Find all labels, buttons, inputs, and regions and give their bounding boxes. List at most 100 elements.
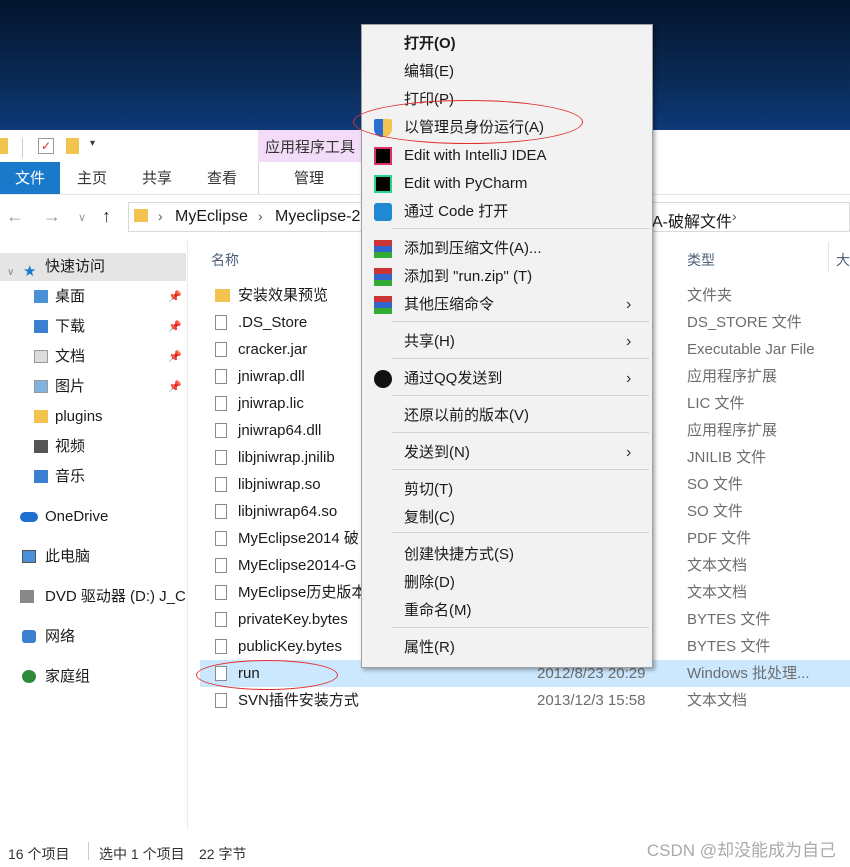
nav-item-music[interactable]: 音乐 bbox=[0, 463, 186, 491]
submenu-arrow-icon: › bbox=[626, 370, 632, 387]
music-icon bbox=[34, 470, 48, 483]
submenu-arrow-icon: › bbox=[626, 333, 632, 350]
nav-item-onedrive[interactable]: OneDrive bbox=[0, 503, 186, 531]
context-menu-label: 还原以前的版本(V) bbox=[404, 407, 529, 424]
tab-home[interactable]: 主页 bbox=[77, 162, 107, 194]
nav-label: OneDrive bbox=[45, 508, 109, 525]
context-menu-label: 添加到 "run.zip" (T) bbox=[404, 268, 533, 285]
file-type: 文本文档 bbox=[687, 584, 748, 601]
context-menu-item[interactable]: 共享(H) › bbox=[362, 328, 651, 356]
context-menu-item[interactable]: 创建快捷方式(S) bbox=[362, 541, 651, 569]
breadcrumb-crack-files[interactable]: A-破解文件 bbox=[652, 208, 732, 232]
context-menu-label: 其他压缩命令 bbox=[404, 296, 495, 313]
nav-item-dvd-drive[interactable]: DVD 驱动器 (D:) J_C bbox=[0, 583, 186, 611]
file-name: jniwrap64.dll bbox=[238, 422, 322, 439]
menu-separator bbox=[392, 627, 649, 628]
file-icon bbox=[215, 423, 227, 438]
up-icon[interactable]: ↑ bbox=[102, 206, 111, 227]
context-menu-label: 创建快捷方式(S) bbox=[404, 546, 514, 563]
nav-item-network[interactable]: 网络 bbox=[0, 623, 186, 651]
nav-item-homegroup[interactable]: 家庭组 bbox=[0, 663, 186, 691]
tab-share[interactable]: 共享 bbox=[142, 162, 172, 194]
annotation-ellipse bbox=[353, 100, 583, 144]
breadcrumb-separator: › bbox=[258, 208, 263, 224]
file-name: publicKey.bytes bbox=[238, 638, 342, 655]
breadcrumb-separator: › bbox=[158, 208, 163, 224]
file-type: 文件夹 bbox=[687, 287, 733, 304]
file-icon bbox=[215, 693, 227, 708]
nav-quick-access[interactable]: ∨ ★ 快速访问 bbox=[0, 253, 186, 281]
submenu-arrow-icon: › bbox=[626, 296, 632, 313]
file-icon bbox=[215, 477, 227, 492]
context-menu-item[interactable]: 添加到压缩文件(A)... bbox=[362, 235, 651, 263]
pin-icon: 📌 bbox=[168, 351, 182, 363]
file-date: 2013/12/3 15:58 bbox=[537, 692, 646, 709]
dvd-drive-icon bbox=[20, 590, 34, 603]
status-size: 22 字节 bbox=[199, 846, 247, 862]
file-name: MyEclipse历史版本 bbox=[238, 584, 367, 601]
file-name: libjniwrap64.so bbox=[238, 503, 338, 520]
file-name: .DS_Store bbox=[238, 314, 308, 331]
context-menu-item[interactable]: 发送到(N) › bbox=[362, 439, 651, 467]
cloud-icon bbox=[20, 512, 38, 522]
network-icon bbox=[22, 630, 36, 643]
nav-item-videos[interactable]: 视频 bbox=[0, 433, 186, 461]
context-menu-item[interactable]: 添加到 "run.zip" (T) bbox=[362, 263, 651, 291]
menu-separator bbox=[392, 228, 649, 229]
star-icon: ★ bbox=[23, 263, 37, 280]
customize-toolbar-icon[interactable]: ▾ bbox=[90, 138, 95, 149]
nav-label: 图片 bbox=[55, 378, 86, 395]
folder-icon bbox=[134, 209, 148, 222]
breadcrumb-myeclipse[interactable]: MyEclipse bbox=[175, 208, 248, 226]
file-name: SVN插件安装方式 bbox=[238, 692, 359, 709]
context-menu-item[interactable]: 还原以前的版本(V) bbox=[362, 402, 651, 430]
tab-view[interactable]: 查看 bbox=[207, 162, 237, 194]
video-icon bbox=[34, 440, 48, 453]
context-menu-item[interactable]: 属性(R) bbox=[362, 634, 651, 662]
file-icon bbox=[215, 612, 227, 627]
context-menu-item[interactable]: 打开(O) bbox=[362, 30, 651, 58]
document-icon bbox=[34, 350, 48, 363]
nav-label: 家庭组 bbox=[45, 668, 91, 685]
context-menu-item[interactable]: Edit with PyCharm bbox=[362, 170, 651, 198]
properties-icon[interactable]: ✓ bbox=[38, 138, 54, 154]
nav-item-documents[interactable]: 文档 📌 bbox=[0, 343, 186, 371]
context-menu-item[interactable]: 重命名(M) bbox=[362, 597, 651, 625]
context-menu-item[interactable]: 通过QQ发送到 › bbox=[362, 365, 651, 393]
nav-item-pictures[interactable]: 图片 📌 bbox=[0, 373, 186, 401]
column-header-type[interactable]: 类型 bbox=[687, 250, 715, 270]
context-menu-item[interactable]: 编辑(E) bbox=[362, 58, 651, 86]
column-header-name[interactable]: 名称 bbox=[211, 250, 239, 270]
context-menu-item[interactable]: 删除(D) bbox=[362, 569, 651, 597]
context-menu-label: 通过 Code 打开 bbox=[404, 203, 509, 220]
pin-icon: 📌 bbox=[168, 291, 182, 303]
menu-separator bbox=[392, 358, 649, 359]
new-folder-icon[interactable] bbox=[66, 138, 79, 154]
pin-icon: 📌 bbox=[168, 381, 182, 393]
context-menu-item[interactable]: 通过 Code 打开 bbox=[362, 198, 651, 226]
context-menu-item[interactable]: 其他压缩命令 › bbox=[362, 291, 651, 319]
pane-splitter[interactable] bbox=[187, 240, 188, 830]
tab-manage[interactable]: 管理 bbox=[294, 162, 324, 194]
context-menu-label: 删除(D) bbox=[404, 574, 455, 591]
nav-item-desktop[interactable]: 桌面 📌 bbox=[0, 283, 186, 311]
file-row[interactable]: SVN插件安装方式 2013/12/3 15:58 文本文档 bbox=[200, 687, 850, 714]
column-header-size[interactable]: 大 bbox=[836, 250, 850, 270]
context-menu-item[interactable]: 剪切(T) bbox=[362, 476, 651, 504]
back-icon[interactable]: ← bbox=[6, 206, 24, 227]
nav-item-downloads[interactable]: 下载 📌 bbox=[0, 313, 186, 341]
recent-locations-icon[interactable]: ∨ bbox=[78, 211, 86, 224]
nav-item-this-pc[interactable]: 此电脑 bbox=[0, 543, 186, 571]
file-icon bbox=[215, 531, 227, 546]
context-menu-item[interactable]: Edit with IntelliJ IDEA bbox=[362, 142, 651, 170]
context-tab-group: 应用程序工具 bbox=[258, 130, 362, 162]
breadcrumb-myeclipse-2[interactable]: Myeclipse-2 bbox=[275, 208, 360, 226]
pin-icon: 📌 bbox=[168, 321, 182, 333]
folder-icon bbox=[0, 138, 8, 154]
file-type: 文本文档 bbox=[687, 692, 748, 709]
nav-item-plugins[interactable]: plugins bbox=[0, 403, 186, 431]
column-divider[interactable] bbox=[828, 242, 829, 272]
forward-icon[interactable]: → bbox=[43, 206, 61, 227]
context-menu-item[interactable]: 复制(C) bbox=[362, 504, 651, 532]
tab-file[interactable]: 文件 bbox=[0, 162, 60, 194]
